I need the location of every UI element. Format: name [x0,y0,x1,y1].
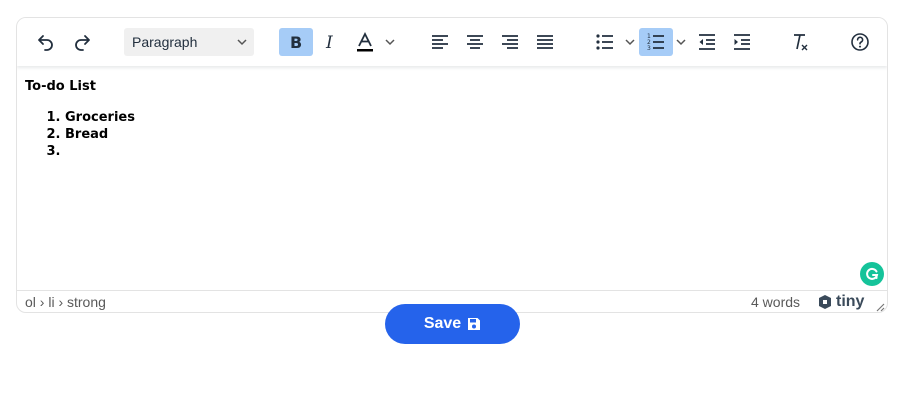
block-format-select[interactable]: Paragraph [124,28,254,56]
align-center-button[interactable] [461,28,489,56]
numbered-list-dropdown[interactable] [673,28,689,56]
indent-icon [734,34,750,50]
help-icon [851,33,869,51]
outdent-icon [699,34,715,50]
italic-icon: I [325,33,333,52]
floppy-disk-icon [468,318,481,330]
brand-name: tiny [836,293,865,310]
align-center-icon [467,35,483,49]
word-count[interactable]: 4 words [751,294,800,310]
editor-toolbar: Paragraph B I 1 2 3 [17,18,887,66]
redo-button[interactable] [68,28,96,56]
list-item: Bread [65,126,879,143]
svg-text:B: B [290,33,302,52]
element-path[interactable]: ol › li › strong [25,294,106,310]
save-button[interactable]: Save [385,304,520,344]
align-right-button[interactable] [496,28,524,56]
bullet-list-dropdown[interactable] [622,28,638,56]
outdent-button[interactable] [693,28,721,56]
text-color-button[interactable] [351,28,379,56]
undo-icon [38,35,53,51]
rich-text-editor: Paragraph B I 1 2 3 To-do List 1. Grocer… [16,17,888,313]
bullet-list-button[interactable] [591,28,619,56]
grammarly-icon [866,267,879,280]
text-color-icon [357,31,373,52]
clear-formatting-icon [794,34,808,51]
document-heading: To-do List [25,79,96,94]
resize-handle-icon[interactable] [875,302,885,312]
align-left-button[interactable] [426,28,454,56]
chevron-down-icon [237,39,247,46]
chevron-down-icon [676,39,686,46]
redo-icon [75,35,90,51]
align-justify-icon [537,35,553,49]
editor-content-area[interactable]: To-do List Groceries Bread [17,66,887,290]
align-left-icon [432,35,448,49]
list-item [65,143,879,160]
help-button[interactable] [846,28,874,56]
clear-formatting-button[interactable] [786,28,814,56]
grammarly-button[interactable] [860,262,884,286]
tiny-logo-icon [819,295,831,309]
save-button-label: Save [423,315,462,332]
bold-icon: B [290,33,302,52]
numbered-list-button[interactable]: 1 2 3 [639,28,673,56]
list-item: Groceries [65,109,879,126]
bold-button[interactable]: B [279,28,313,56]
italic-button[interactable]: I [317,28,345,56]
block-format-value: Paragraph [132,34,198,50]
bullet-list-icon [596,34,613,50]
svg-text:3: 3 [647,45,651,52]
numbered-list-icon: 1 2 3 [647,33,664,52]
align-justify-button[interactable] [531,28,559,56]
tiny-branding[interactable]: tiny [817,293,864,311]
chevron-down-icon [385,39,395,46]
indent-button[interactable] [728,28,756,56]
undo-button[interactable] [32,28,60,56]
chevron-down-icon [625,39,635,46]
svg-text:I: I [325,33,333,52]
align-right-icon [502,35,518,49]
text-color-dropdown[interactable] [382,28,398,56]
numbered-list: Groceries Bread [25,109,879,160]
